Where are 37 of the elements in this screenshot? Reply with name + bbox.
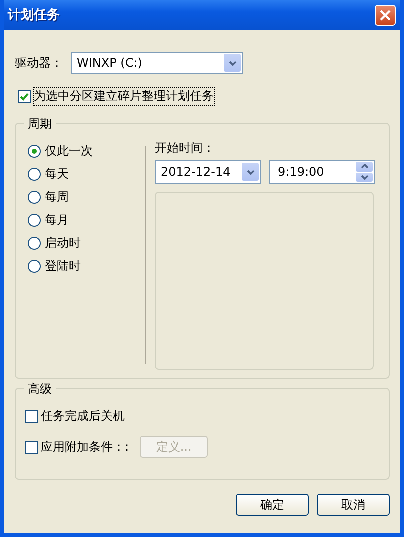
dropdown-button[interactable] (224, 54, 241, 72)
checkbox-label: 为选中分区建立碎片整理计划任务 (34, 88, 214, 105)
start-time-label: 开始时间： (155, 140, 216, 157)
radio-label: 启动时 (45, 235, 81, 252)
checkbox[interactable] (25, 440, 38, 454)
checkmark-icon (20, 92, 29, 100)
close-button[interactable] (375, 4, 396, 26)
schedule-checkbox[interactable] (18, 90, 31, 103)
time-field[interactable]: 9:19:00 (269, 160, 375, 184)
spin-up-button[interactable] (356, 162, 373, 172)
checkbox[interactable] (25, 410, 38, 423)
window-title: 计划任务 (8, 7, 60, 24)
spin-down-button[interactable] (356, 172, 373, 182)
radio-button[interactable] (28, 260, 41, 273)
radio-button[interactable] (28, 191, 41, 204)
radio-button[interactable] (28, 168, 41, 181)
drive-label: 驱动器： (15, 54, 63, 72)
radio-button[interactable] (28, 237, 41, 250)
date-picker[interactable]: 2012-12-14 (155, 160, 261, 184)
radio-label: 每周 (45, 189, 69, 206)
checkbox-label: 应用附加条件：: (41, 438, 130, 456)
time-value: 9:19:00 (278, 165, 324, 179)
date-value: 2012-12-14 (161, 165, 231, 179)
close-icon (380, 10, 391, 20)
radio-label: 仅此一次 (45, 143, 93, 160)
dropdown-button[interactable] (242, 163, 259, 181)
radio-label: 每天 (45, 166, 69, 183)
radio-button[interactable] (28, 145, 41, 158)
drive-value: WINXP (C:) (77, 56, 142, 70)
radio-button[interactable] (28, 214, 41, 227)
cancel-button[interactable]: 取消 (317, 494, 390, 516)
radio-dot-icon (32, 149, 37, 154)
ok-button[interactable]: 确定 (236, 494, 309, 516)
radio-label: 登陆时 (45, 258, 81, 275)
drive-dropdown[interactable]: WINXP (C:) (71, 52, 243, 74)
checkbox-label: 任务完成后关机 (41, 408, 125, 425)
radio-label: 每月 (45, 212, 69, 229)
